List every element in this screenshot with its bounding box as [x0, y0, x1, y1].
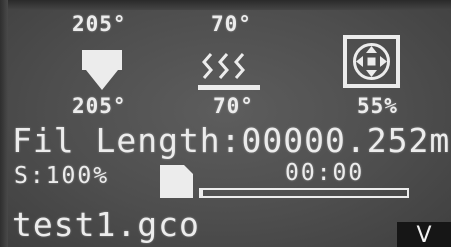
file-name: test1.gco: [12, 205, 200, 244]
fan-speed: 55%: [357, 94, 398, 118]
filament-length: Fil Length:00000.252m: [12, 121, 451, 160]
hotend-current-temp: 205°: [72, 94, 127, 118]
bed-target-temp: 70°: [211, 12, 252, 36]
heated-bed-icon: [198, 53, 260, 90]
nozzle-icon: [82, 50, 122, 90]
screen-bezel-left: [0, 0, 8, 247]
lcd-screen: 205° 205° 70° 70° 55% Fil Length:00000.2…: [0, 0, 451, 247]
fan-icon: [343, 35, 400, 88]
corner-label: V: [397, 222, 451, 247]
bed-current-temp: 70°: [213, 94, 254, 118]
hotend-target-temp: 205°: [72, 12, 127, 36]
sd-card-icon: [160, 165, 193, 198]
print-time: 00:00: [285, 160, 365, 186]
print-speed: S:100%: [14, 163, 110, 189]
print-progress-fill: [201, 190, 204, 196]
screen-bezel-top: [0, 0, 451, 10]
print-progress-bar: [199, 188, 409, 198]
